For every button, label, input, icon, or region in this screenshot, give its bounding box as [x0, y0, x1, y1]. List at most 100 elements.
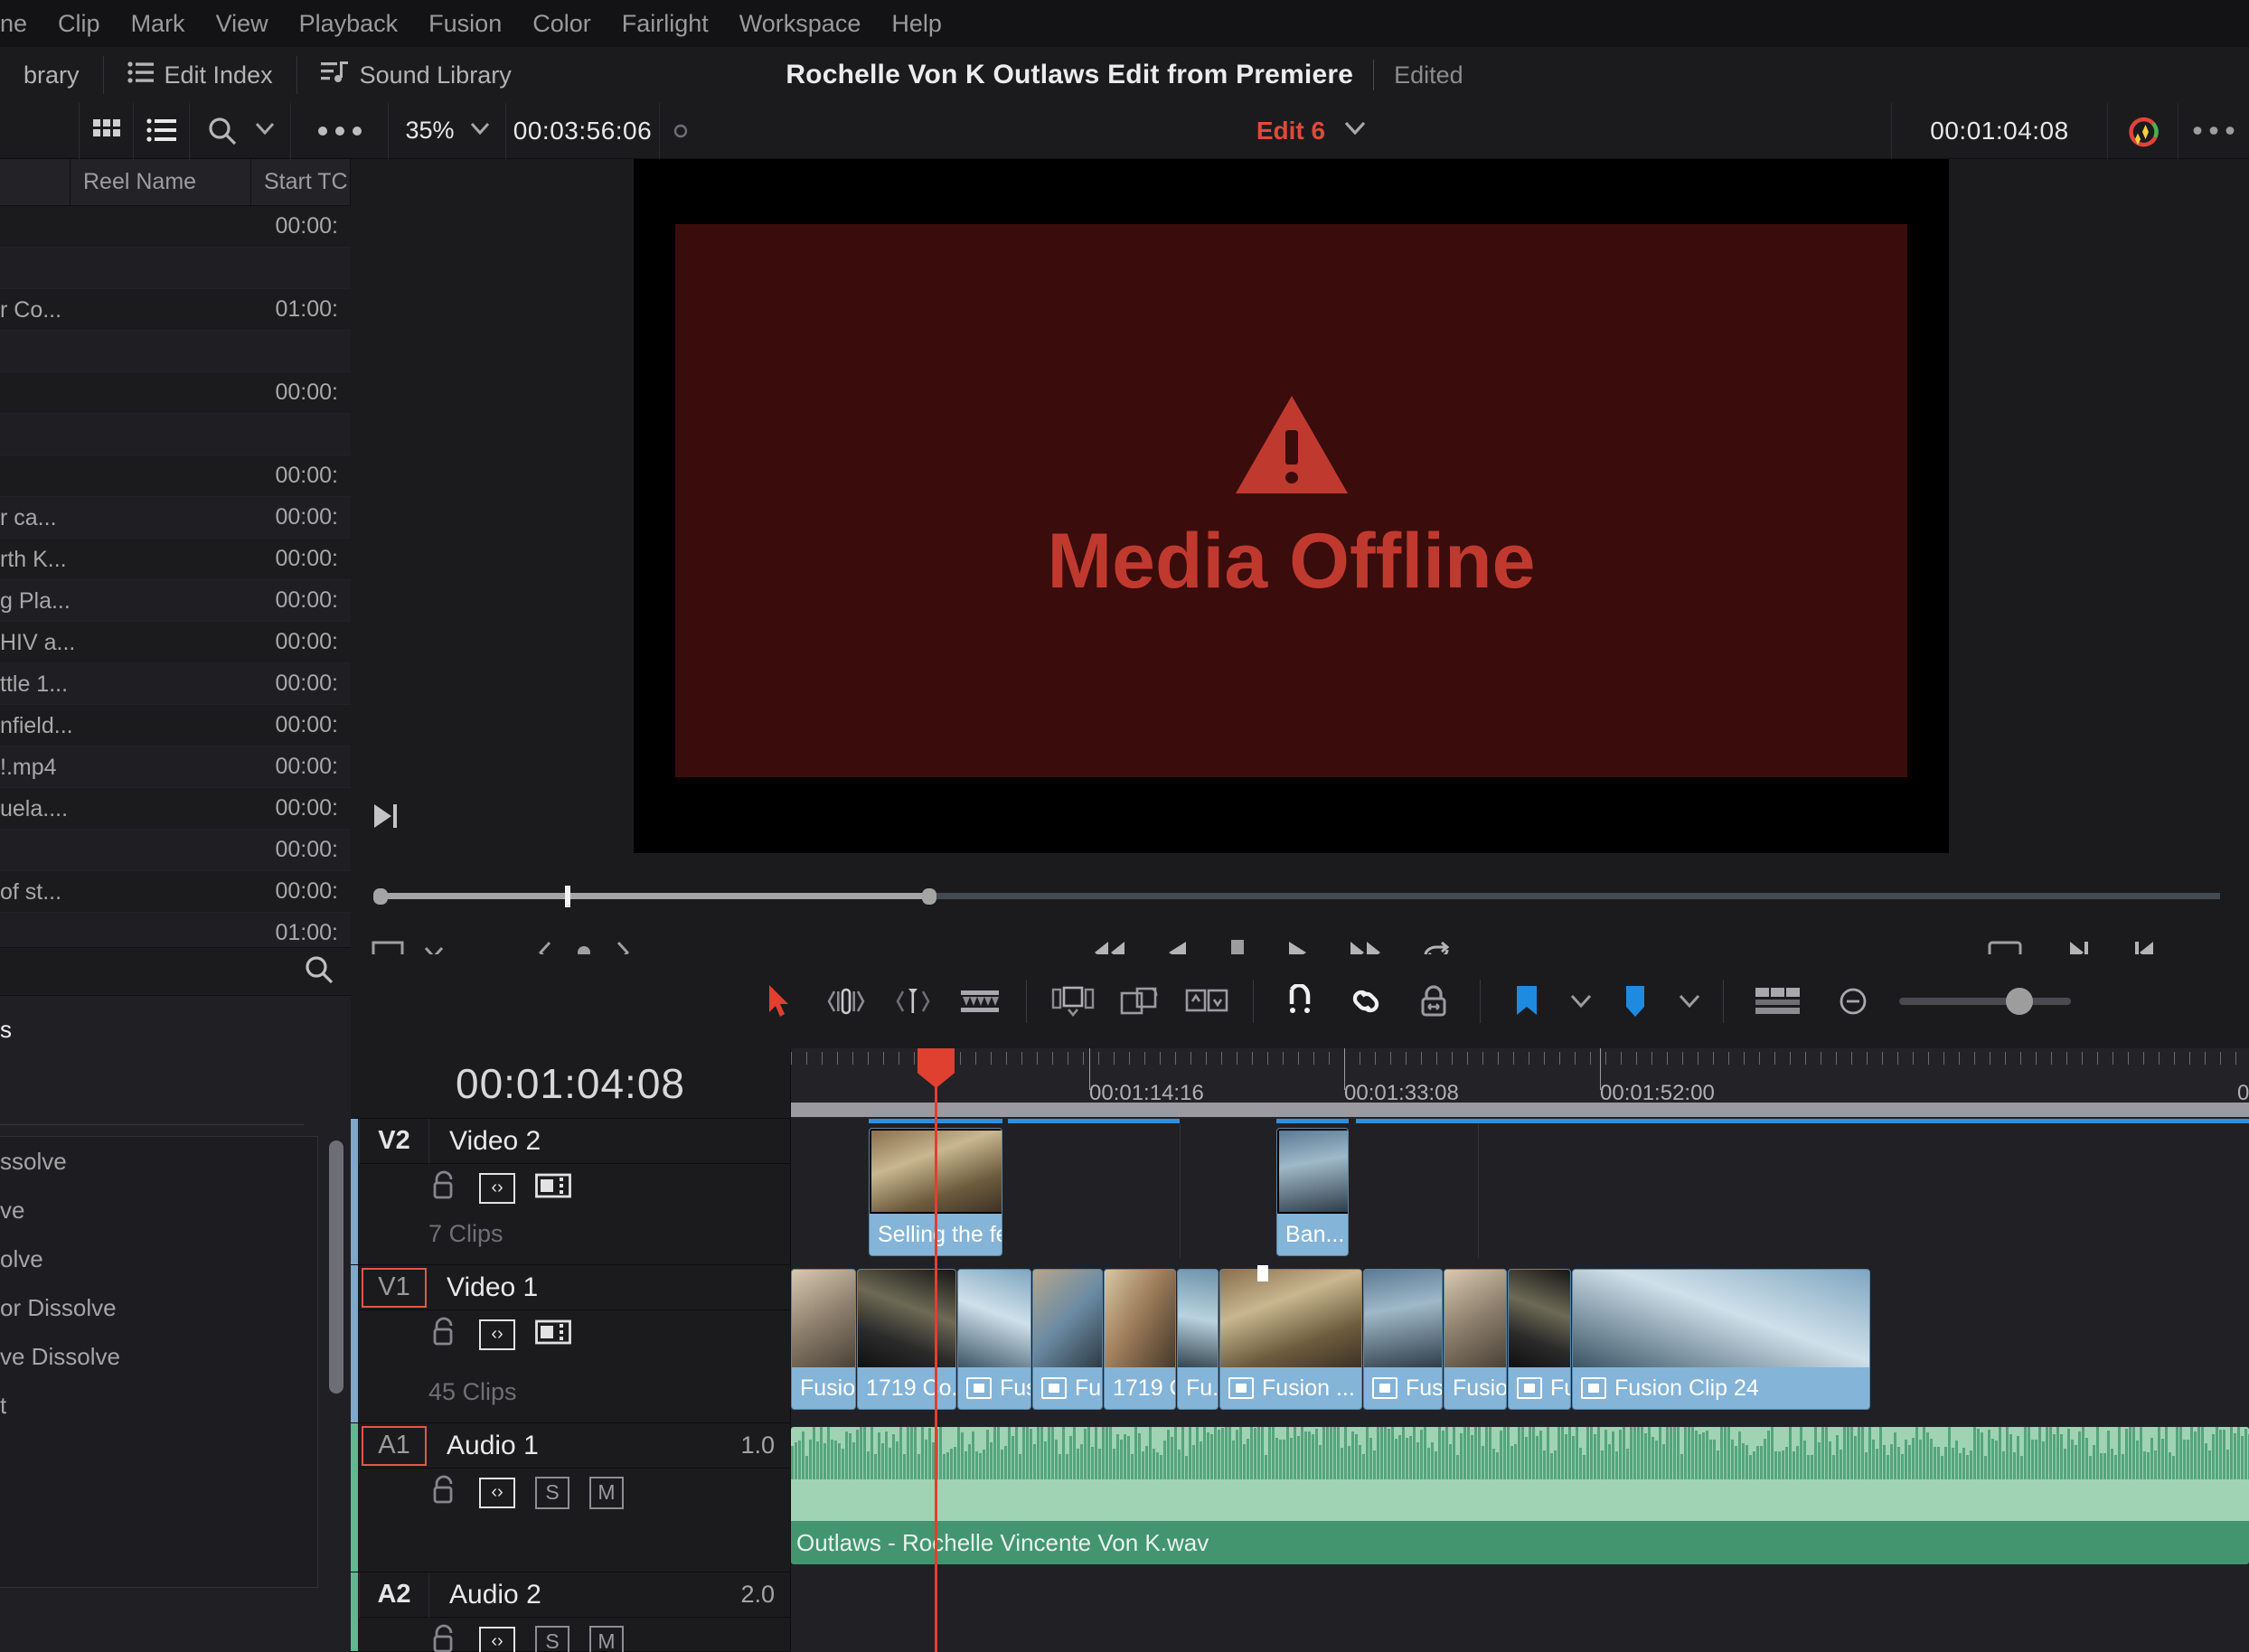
timeline-view-options-icon[interactable]	[1736, 954, 1820, 1048]
zoom-level-selector[interactable]: 35%	[389, 102, 506, 159]
media-pool-row[interactable]: HIV a... 00:00:	[0, 622, 351, 663]
media-pool-row[interactable]: rth K... 00:00:	[0, 539, 351, 580]
track-a2-lane[interactable]	[791, 1572, 2249, 1652]
media-pool-row[interactable]: nfield... 00:00:	[0, 705, 351, 746]
track-a1-id[interactable]: A1	[362, 1425, 427, 1466]
timeline-clip[interactable]: 1719 Co...	[857, 1269, 956, 1410]
track-v1-lane[interactable]: Fusio... 1719 Co... Fusi... Fus... 1719 C...…	[791, 1265, 2249, 1423]
track-a1-lane[interactable]: Outlaws - Rochelle Vincente Von K.wav	[791, 1423, 2249, 1572]
search-icon[interactable]	[304, 954, 334, 990]
list-view-button[interactable]	[134, 102, 190, 159]
menu-item-help[interactable]: Help	[876, 0, 957, 47]
timeline-timecode-box[interactable]: 00:01:04:08	[351, 1048, 791, 1119]
timeline-selector[interactable]: Edit 6	[1198, 103, 1424, 159]
effects-list-item[interactable]: ve Dissolve	[0, 1332, 317, 1381]
lock-tracks-icon[interactable]	[1400, 954, 1467, 1048]
track-a1-name[interactable]: Audio 1	[427, 1431, 740, 1461]
media-pool-row[interactable]: 00:00:	[0, 206, 351, 248]
effects-list-item[interactable]: olve	[0, 1234, 317, 1283]
source-timecode[interactable]: 00:03:56:06	[506, 102, 660, 159]
lock-icon[interactable]	[428, 1316, 459, 1353]
track-a2-name[interactable]: Audio 2	[429, 1580, 740, 1610]
media-pool-row[interactable]: !.mp4 00:00:	[0, 746, 351, 788]
zoom-out-icon[interactable]	[1820, 954, 1887, 1048]
effects-list-item[interactable]: or Dissolve	[0, 1283, 317, 1332]
search-button[interactable]	[190, 102, 291, 159]
timeline-clip[interactable]: Fusion ...✦	[1219, 1269, 1362, 1410]
media-pool-row[interactable]: of st... 00:00:	[0, 871, 351, 913]
timeline-clip[interactable]: Fusio...	[791, 1269, 856, 1410]
mute-button[interactable]: M	[589, 1625, 624, 1652]
effects-scrollbar[interactable]	[329, 1140, 343, 1394]
timeline-clip[interactable]: Fusi...	[957, 1269, 1031, 1410]
timeline-clip[interactable]: Fusi...	[1363, 1269, 1443, 1410]
track-v2-lane[interactable]: Selling the fe...Ban...	[791, 1119, 2249, 1265]
column-header-blank[interactable]	[0, 159, 71, 205]
playhead[interactable]	[917, 1048, 955, 1652]
timeline-clip[interactable]: Fu...	[1508, 1269, 1571, 1410]
timeline-horizontal-scrollbar[interactable]	[791, 1103, 2249, 1117]
auto-select-icon[interactable]: ‹›	[479, 1172, 515, 1204]
timeline-clip[interactable]: Ban...	[1276, 1128, 1349, 1256]
dynamic-trim-mode-button[interactable]	[880, 954, 946, 1048]
media-pool-row[interactable]: 00:00:	[0, 455, 351, 497]
track-header-v1[interactable]: V1 Video 1 ‹› 45 Clips	[351, 1265, 791, 1423]
menu-item-clip[interactable]: Clip	[42, 0, 116, 47]
video-enable-icon[interactable]	[535, 1319, 571, 1350]
flag-icon[interactable]	[1493, 954, 1560, 1048]
auto-select-icon[interactable]: ‹›	[479, 1319, 515, 1350]
zoom-slider-track[interactable]	[1899, 988, 2071, 1015]
track-header-a2[interactable]: A2 Audio 2 2.0 ‹› S M	[351, 1572, 791, 1652]
menu-item-ne[interactable]: ne	[0, 0, 42, 47]
menu-item-fusion[interactable]: Fusion	[413, 0, 517, 47]
selection-tool-button[interactable]	[746, 954, 813, 1048]
effects-list-item[interactable]: t	[0, 1381, 317, 1430]
thumbnail-view-button[interactable]	[80, 102, 134, 159]
razor-edit-mode-button[interactable]	[946, 954, 1013, 1048]
flag-dropdown-icon[interactable]	[1560, 954, 1602, 1048]
timeline-clip[interactable]: 1719 C...	[1104, 1269, 1176, 1410]
lock-icon[interactable]	[428, 1169, 459, 1206]
track-header-a1[interactable]: A1 Audio 1 1.0 ‹› S M	[351, 1423, 791, 1572]
mute-button[interactable]: M	[589, 1476, 624, 1509]
clip-trim-handle[interactable]	[1257, 1265, 1268, 1281]
media-pool-row[interactable]: 00:00:	[0, 830, 351, 871]
menu-item-fairlight[interactable]: Fairlight	[607, 0, 724, 47]
timeline-audio-clip[interactable]: Outlaws - Rochelle Vincente Von K.wav	[791, 1427, 2249, 1564]
link-clips-icon[interactable]	[1333, 954, 1400, 1048]
media-pool-row[interactable]: g Pla... 00:00:	[0, 580, 351, 622]
media-pool-row[interactable]	[0, 248, 351, 289]
insert-clip-button[interactable]	[1040, 954, 1106, 1048]
auto-select-icon[interactable]: ‹›	[479, 1477, 515, 1508]
effects-list-item[interactable]: ve	[0, 1186, 317, 1234]
menu-item-workspace[interactable]: Workspace	[724, 0, 877, 47]
media-pool-row[interactable]: 01:00:	[0, 913, 351, 947]
timeline-clip[interactable]: Fusio...	[1444, 1269, 1507, 1410]
marker-dropdown-icon[interactable]	[1669, 954, 1710, 1048]
menu-item-color[interactable]: Color	[517, 0, 607, 47]
viewer-options-button[interactable]	[2178, 103, 2249, 159]
media-pool-row[interactable]: uela.... 00:00:	[0, 788, 351, 830]
timeline-clip[interactable]: Fu...	[1177, 1269, 1219, 1410]
solo-button[interactable]: S	[535, 1625, 569, 1652]
menu-item-view[interactable]: View	[201, 0, 284, 47]
scrubber-position-handle[interactable]	[922, 888, 936, 905]
overwrite-clip-button[interactable]	[1106, 954, 1173, 1048]
snapping-magnet-icon[interactable]	[1266, 954, 1333, 1048]
timeline-clip[interactable]: Fus...	[1032, 1269, 1103, 1410]
solo-button[interactable]: S	[535, 1476, 569, 1509]
track-a1-level[interactable]: 1.0	[740, 1431, 791, 1460]
media-pool-row[interactable]: ttle 1... 00:00:	[0, 663, 351, 705]
media-pool-row[interactable]: 00:00:	[0, 372, 351, 414]
media-pool-row[interactable]	[0, 414, 351, 455]
record-timecode[interactable]: 00:01:04:08	[1891, 102, 2108, 159]
replace-clip-button[interactable]	[1173, 954, 1240, 1048]
lock-icon[interactable]	[428, 1474, 459, 1511]
track-v2-id[interactable]: V2	[359, 1118, 429, 1164]
auto-select-icon[interactable]: ‹›	[479, 1626, 515, 1652]
trim-edit-mode-button[interactable]	[813, 954, 880, 1048]
menu-item-mark[interactable]: Mark	[116, 0, 201, 47]
zoom-slider-knob[interactable]	[2006, 988, 2033, 1015]
effects-category-label[interactable]: s	[0, 996, 336, 1044]
track-v1-name[interactable]: Video 1	[427, 1272, 791, 1303]
